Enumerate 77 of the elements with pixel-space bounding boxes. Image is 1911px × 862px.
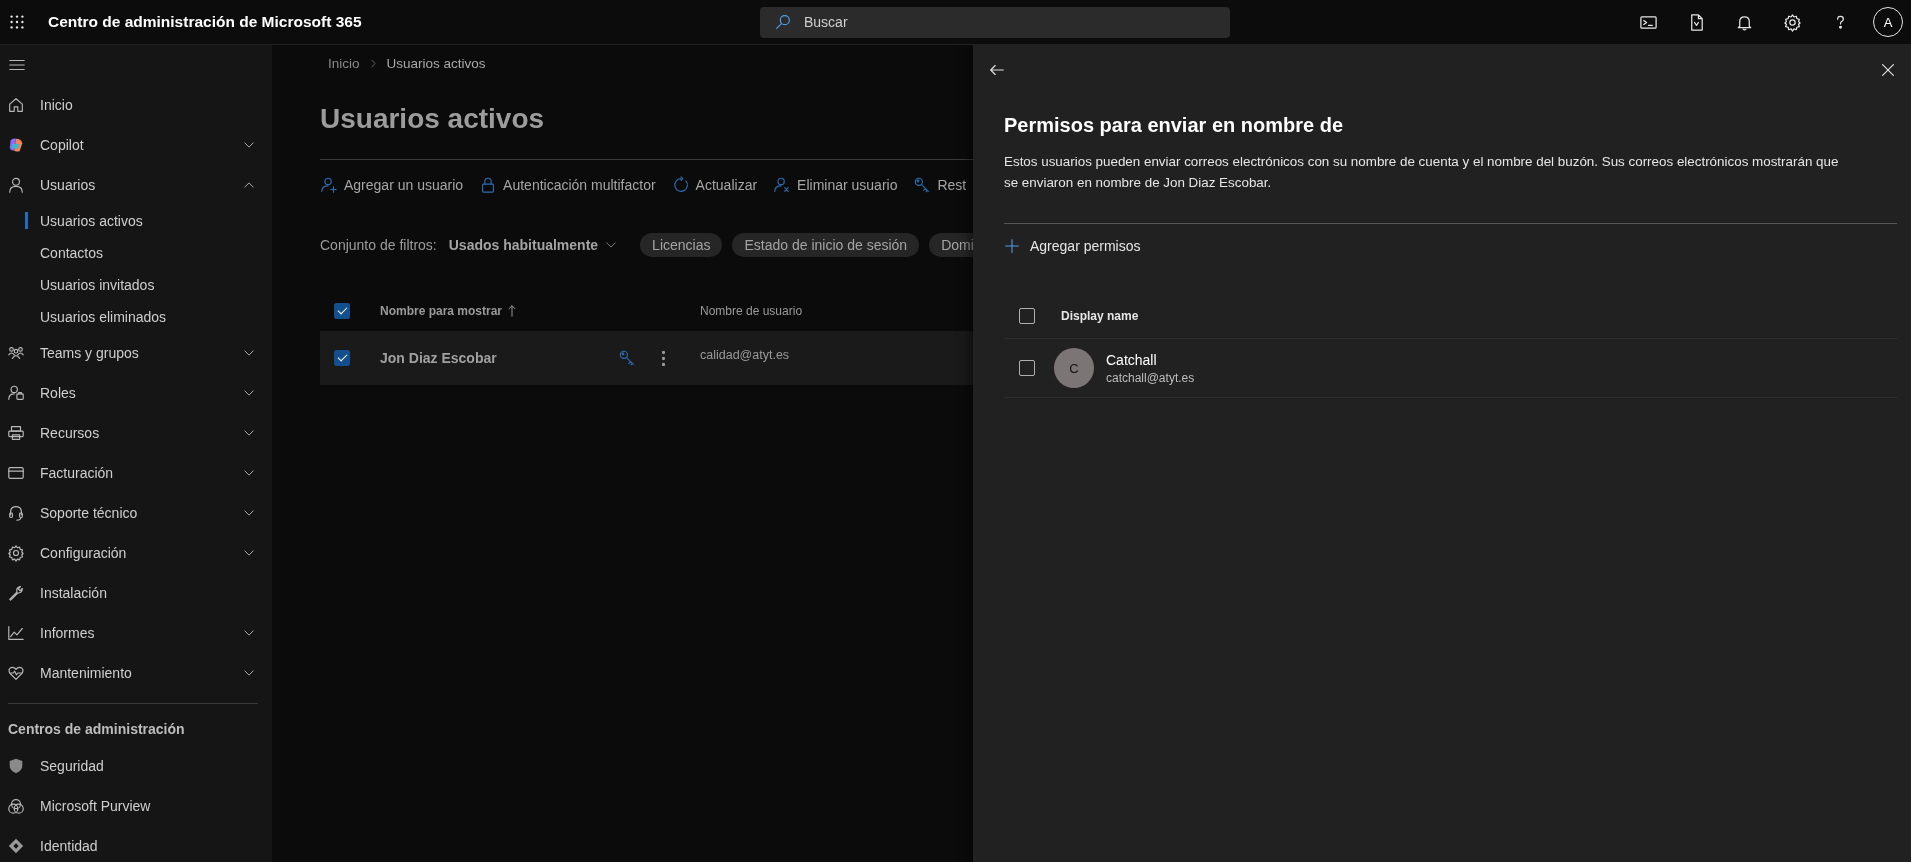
add-permissions-button[interactable]: Agregar permisos	[1004, 231, 1141, 261]
nav-item[interactable]: Usuarios	[0, 165, 272, 205]
table-row[interactable]: Jon Diaz Escobar calidad@atyt.es	[320, 331, 973, 385]
more-icon	[661, 350, 665, 366]
nav-subitem[interactable]: Usuarios eliminados	[0, 301, 272, 333]
nav-item[interactable]: Seguridad	[0, 746, 272, 786]
nav-item[interactable]: Identidad	[0, 826, 272, 862]
key-icon	[618, 349, 636, 367]
breadcrumb-link[interactable]: Inicio	[328, 55, 360, 71]
nav-item[interactable]: Mantenimiento	[0, 653, 272, 693]
rings-icon	[7, 797, 25, 815]
key-icon	[913, 176, 932, 194]
app-title: Centro de administración de Microsoft 365	[48, 13, 362, 31]
panel-description: Estos usuarios pueden enviar correos electrónicos con su nombre de cuenta y el nombre del buzón. Sus correos electrónicos mostrarán que se enviaron en nombre de Jon Diaz Escobar.	[1004, 153, 1840, 192]
settings-icon	[1782, 12, 1802, 32]
diamond-icon	[7, 837, 25, 855]
command-button[interactable]: Rest	[913, 176, 967, 194]
checkbox[interactable]	[1019, 360, 1035, 376]
refresh-icon	[671, 176, 690, 194]
person-remove-icon	[773, 176, 792, 194]
filter-label: Conjunto de filtros:	[320, 237, 437, 253]
printer-icon	[7, 424, 25, 442]
checkbox[interactable]	[1019, 308, 1035, 324]
nav-item[interactable]: Informes	[0, 613, 272, 653]
nav-item[interactable]: Teams y grupos	[0, 333, 272, 373]
app-launcher-icon	[8, 13, 26, 31]
avatar: C	[1054, 348, 1094, 388]
card-icon	[7, 464, 25, 482]
nav-item[interactable]: Instalación	[0, 573, 272, 613]
checkbox[interactable]	[334, 303, 350, 319]
person-icon	[7, 176, 25, 194]
user-email: catchall@atyt.es	[1106, 370, 1195, 385]
search-icon	[774, 12, 792, 31]
headset-icon	[7, 504, 25, 522]
people-icon	[7, 344, 25, 362]
user-name: Catchall	[1106, 351, 1158, 368]
nav-item[interactable]: Facturación	[0, 453, 272, 493]
filter-dropdown[interactable]: Usados habitualmente	[448, 237, 619, 253]
nav-subitem[interactable]: Usuarios invitados	[0, 269, 272, 301]
nav-item[interactable]: Configuración	[0, 533, 272, 573]
command-button[interactable]: Agregar un usuario	[320, 176, 464, 194]
shield-icon	[7, 757, 25, 775]
checkbox[interactable]	[334, 350, 350, 366]
command-button[interactable]: Eliminar usuario	[773, 176, 898, 194]
person-add-icon	[320, 176, 338, 194]
plus-icon	[1004, 238, 1020, 254]
nav-item[interactable]: Microsoft Purview	[0, 786, 272, 826]
settings-icon	[7, 544, 25, 562]
home-icon	[7, 96, 25, 114]
nav-item[interactable]: Soporte técnico	[0, 493, 272, 533]
nav-subitem[interactable]: Contactos	[0, 237, 272, 269]
filter-chip[interactable]: Estado de inicio de sesión	[732, 233, 920, 257]
nav-subitem[interactable]: Usuarios activos	[0, 205, 272, 237]
nav-item[interactable]: Recursos	[0, 413, 272, 453]
colorful-logo-icon	[7, 136, 25, 154]
nav-item[interactable]: Copilot	[0, 125, 272, 165]
page-title: Usuarios activos	[320, 102, 546, 136]
table-cell: calidad@atyt.es	[700, 348, 790, 362]
filter-chip[interactable]: Domi	[929, 233, 973, 257]
column-header[interactable]: Nombre de usuario	[700, 304, 803, 318]
section-heading: Centros de administración	[7, 720, 186, 739]
close-icon	[1879, 61, 1897, 79]
search-field[interactable]: Buscar	[760, 6, 1230, 38]
person-badge-icon	[7, 384, 25, 402]
nav-item[interactable]: Roles	[0, 373, 272, 413]
breadcrumb-link[interactable]: Usuarios activos	[386, 55, 486, 71]
filter-chip[interactable]: Licencias	[640, 233, 723, 257]
column-header[interactable]: Nombre para mostrar	[380, 304, 700, 318]
column-header[interactable]: Display name	[1061, 309, 1139, 323]
command-button[interactable]: Actualizar	[671, 176, 758, 194]
panel-title: Permisos para enviar en nombre de	[1004, 113, 1345, 138]
wrench-icon	[7, 584, 25, 602]
table-cell-text: Jon Diaz Escobar	[380, 350, 498, 366]
heart-pulse-icon	[7, 664, 25, 682]
line-chart-icon	[7, 624, 25, 642]
command-button[interactable]: Autenticación multifactor	[479, 176, 656, 194]
nav-item[interactable]: Inicio	[0, 85, 272, 125]
